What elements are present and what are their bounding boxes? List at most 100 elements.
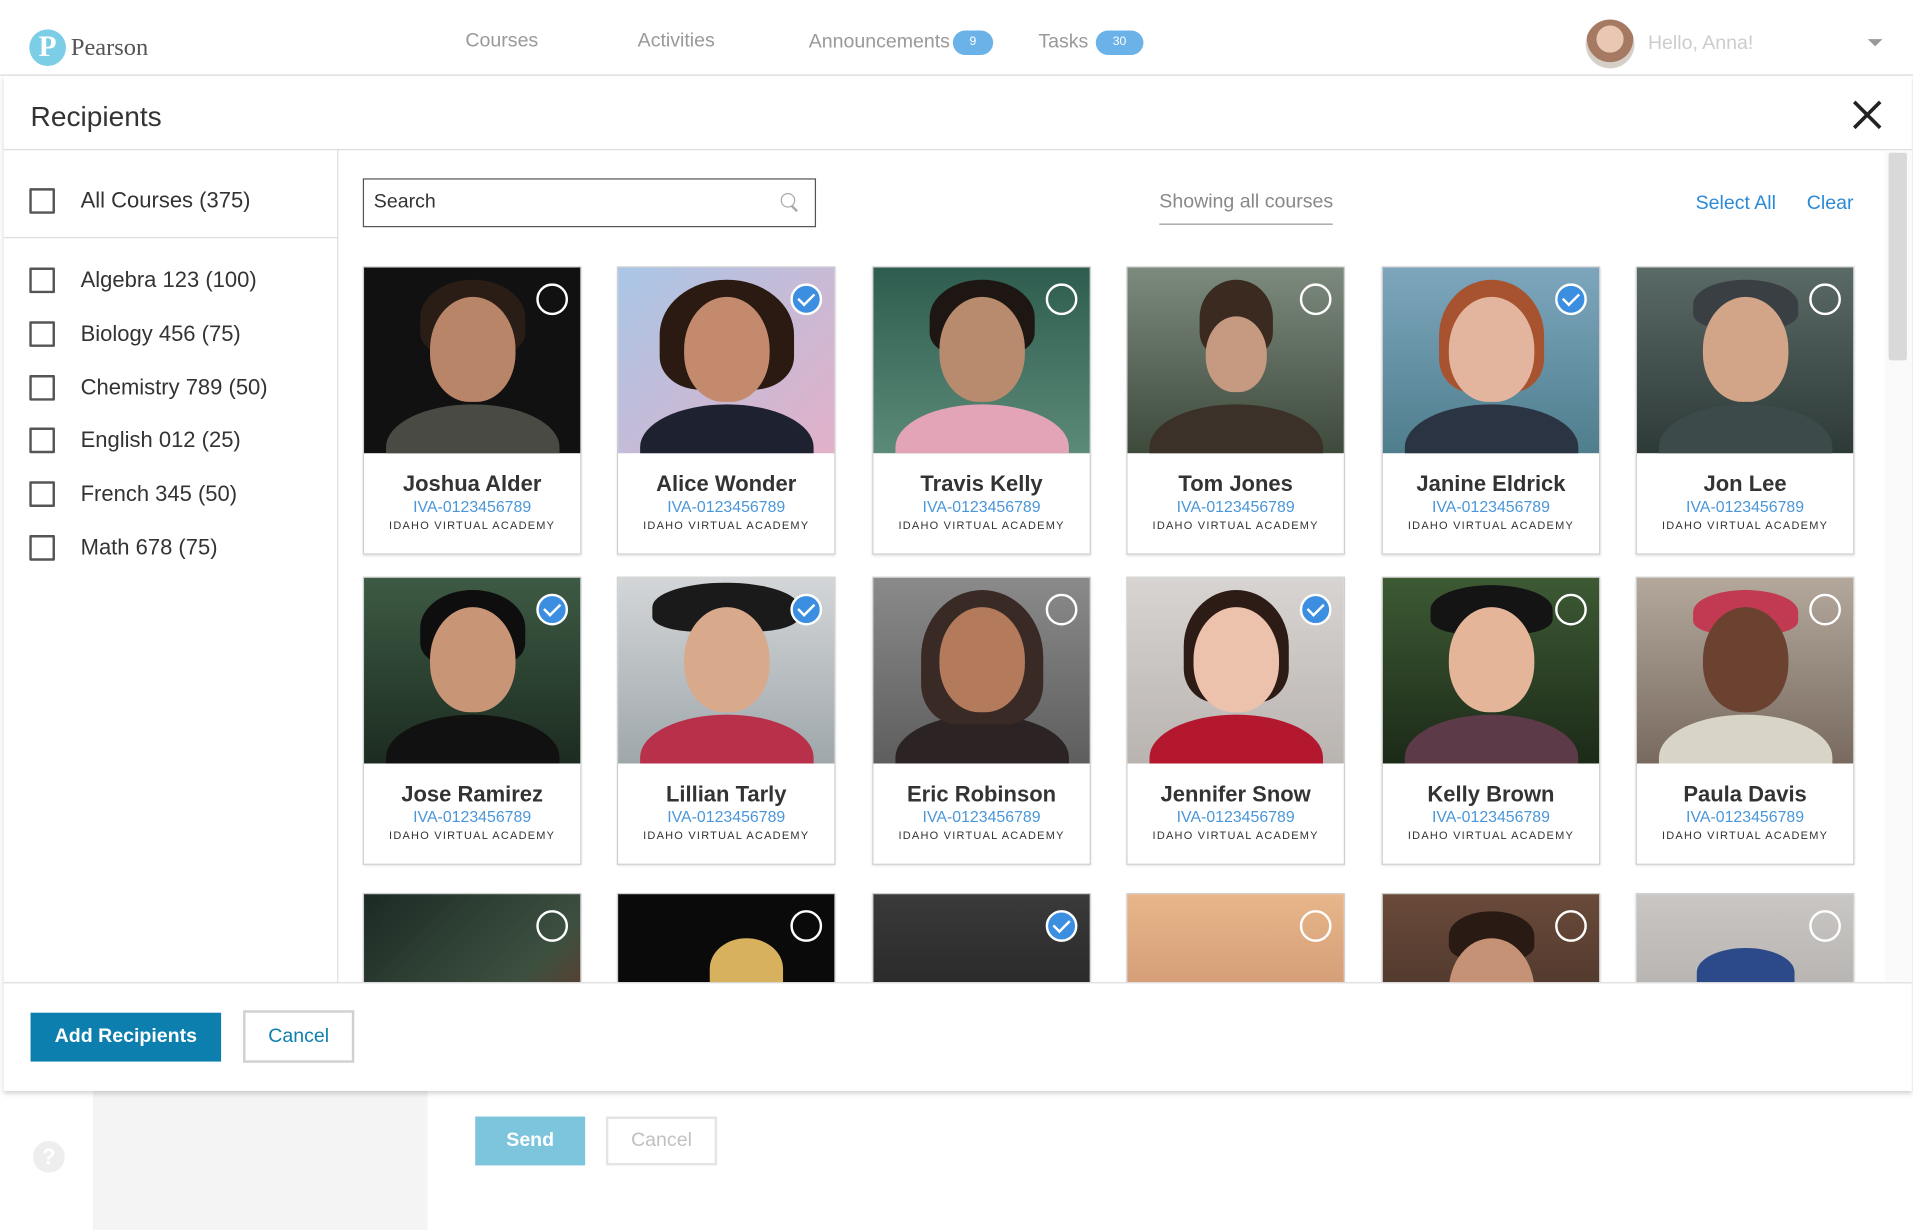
cancel-button[interactable]: Cancel — [243, 1010, 355, 1063]
student-card[interactable]: Tom Jones IVA-0123456789 IDAHO VIRTUAL A… — [1126, 266, 1345, 555]
select-circle[interactable] — [1299, 910, 1332, 942]
student-school: IDAHO VIRTUAL ACADEMY — [643, 829, 810, 842]
select-circle[interactable] — [1045, 283, 1078, 316]
select-circle[interactable] — [536, 283, 569, 316]
student-name: Travis Kelly — [920, 471, 1043, 496]
filter-all-courses[interactable]: All Courses (375) — [29, 188, 251, 214]
select-circle[interactable] — [1555, 593, 1587, 626]
add-recipients-button[interactable]: Add Recipients — [30, 1012, 222, 1062]
filter-course-english[interactable]: English 012 (25) — [29, 427, 241, 454]
student-card[interactable]: Jennifer Snow IVA-0123456789 IDAHO VIRTU… — [1126, 576, 1345, 865]
send-button[interactable]: Send — [475, 1116, 586, 1166]
select-circle[interactable] — [1299, 283, 1332, 316]
student-card[interactable]: Janine Eldrick IVA-0123456789 IDAHO VIRT… — [1381, 266, 1601, 555]
select-circle[interactable] — [1809, 593, 1841, 626]
close-icon[interactable] — [1851, 98, 1885, 132]
student-card[interactable] — [1635, 892, 1855, 983]
course-checkbox[interactable] — [29, 481, 55, 507]
course-checkbox[interactable] — [29, 427, 55, 454]
select-circle[interactable] — [1555, 910, 1587, 942]
course-checkbox[interactable] — [29, 267, 55, 294]
recipients-modal: Recipients All Courses (375) Algebra 123… — [3, 75, 1912, 1091]
student-card[interactable]: Alice Wonder IVA-0123456789 IDAHO VIRTUA… — [616, 266, 836, 555]
nav-announcements-label: Announcements — [808, 31, 950, 53]
student-name: Eric Robinson — [907, 781, 1057, 807]
course-scope-dropdown[interactable]: Showing all courses — [1159, 192, 1334, 225]
student-card[interactable] — [1381, 892, 1601, 983]
pearson-logo[interactable]: P Pearson — [29, 29, 148, 66]
nav-tasks[interactable]: Tasks 30 — [1038, 30, 1144, 55]
page-sidebar-background — [92, 1090, 428, 1230]
pearson-logo-icon: P — [29, 29, 66, 66]
student-card[interactable] — [1126, 892, 1345, 983]
select-circle[interactable] — [1555, 283, 1587, 316]
student-school: IDAHO VIRTUAL ACADEMY — [1152, 519, 1319, 532]
nav-courses[interactable]: Courses — [465, 31, 538, 53]
help-icon[interactable]: ? — [32, 1140, 65, 1173]
student-school: IDAHO VIRTUAL ACADEMY — [1407, 519, 1575, 532]
student-id: IVA-0123456789 — [922, 497, 1041, 516]
filter-label: Biology 456 (75) — [80, 321, 241, 346]
student-card[interactable] — [616, 892, 836, 983]
search-input[interactable] — [373, 191, 765, 214]
student-name: Kelly Brown — [1427, 781, 1555, 807]
user-greeting: Hello, Anna! — [1647, 32, 1754, 54]
filter-label: English 012 (25) — [80, 427, 241, 452]
clear-link[interactable]: Clear — [1807, 193, 1854, 215]
student-id: IVA-0123456789 — [1176, 807, 1295, 826]
filter-course-chemistry[interactable]: Chemistry 789 (50) — [29, 375, 268, 401]
student-card[interactable]: Jose Ramirez IVA-0123456789 IDAHO VIRTUA… — [362, 576, 582, 865]
select-circle[interactable] — [1045, 593, 1078, 626]
select-circle[interactable] — [1809, 910, 1841, 942]
scrollbar-thumb[interactable] — [1888, 152, 1907, 361]
filter-course-algebra[interactable]: Algebra 123 (100) — [29, 267, 257, 294]
brand-name: Pearson — [70, 33, 149, 61]
student-id: IVA-0123456789 — [413, 807, 532, 826]
nav-activities[interactable]: Activities — [638, 31, 715, 53]
filter-course-french[interactable]: French 345 (50) — [29, 481, 237, 507]
nav-announcements[interactable]: Announcements 9 — [808, 30, 994, 55]
chevron-down-icon[interactable] — [1867, 39, 1883, 47]
filter-course-math[interactable]: Math 678 (75) — [29, 535, 218, 561]
course-checkbox[interactable] — [29, 535, 55, 561]
footer-divider — [3, 982, 1912, 984]
student-card[interactable]: Travis Kelly IVA-0123456789 IDAHO VIRTUA… — [872, 266, 1091, 555]
select-all-link[interactable]: Select All — [1696, 193, 1776, 215]
student-card[interactable]: Jon Lee IVA-0123456789 IDAHO VIRTUAL ACA… — [1635, 266, 1855, 555]
course-checkbox[interactable] — [29, 375, 55, 401]
select-circle[interactable] — [1299, 593, 1332, 626]
student-school: IDAHO VIRTUAL ACADEMY — [643, 519, 810, 532]
student-id: IVA-0123456789 — [1176, 497, 1295, 516]
user-menu[interactable]: Hello, Anna! — [1585, 19, 1754, 69]
student-card[interactable]: Lillian Tarly IVA-0123456789 IDAHO VIRTU… — [616, 576, 836, 865]
student-card[interactable]: Paula Davis IVA-0123456789 IDAHO VIRTUAL… — [1635, 576, 1855, 865]
search-box — [362, 178, 817, 228]
student-school: IDAHO VIRTUAL ACADEMY — [898, 519, 1065, 532]
student-name: Jennifer Snow — [1160, 781, 1311, 807]
select-circle[interactable] — [536, 593, 569, 626]
select-circle[interactable] — [790, 283, 823, 316]
nav-courses-label: Courses — [465, 30, 539, 52]
select-circle[interactable] — [1809, 283, 1841, 316]
student-id: IVA-0123456789 — [1686, 807, 1805, 826]
avatar — [1585, 19, 1635, 69]
student-card[interactable]: Kelly Brown IVA-0123456789 IDAHO VIRTUAL… — [1381, 576, 1601, 865]
select-circle[interactable] — [790, 910, 823, 942]
student-name: Alice Wonder — [656, 471, 797, 496]
filter-label: All Courses (375) — [80, 188, 251, 213]
student-card[interactable]: Joshua Alder IVA-0123456789 IDAHO VIRTUA… — [362, 266, 582, 555]
filter-course-biology[interactable]: Biology 456 (75) — [29, 321, 241, 347]
modal-title: Recipients — [30, 100, 162, 132]
student-card[interactable] — [872, 892, 1091, 983]
course-checkbox[interactable] — [29, 321, 55, 347]
filter-label: Algebra 123 (100) — [80, 267, 257, 292]
student-card[interactable]: Eric Robinson IVA-0123456789 IDAHO VIRTU… — [872, 576, 1091, 865]
student-card[interactable] — [362, 892, 582, 983]
select-circle[interactable] — [536, 910, 569, 942]
all-courses-checkbox[interactable] — [29, 188, 55, 214]
select-circle[interactable] — [1045, 910, 1078, 942]
page-cancel-button[interactable]: Cancel — [605, 1116, 718, 1166]
select-circle[interactable] — [790, 593, 823, 626]
announcements-count-badge: 9 — [952, 30, 994, 55]
search-icon[interactable] — [780, 193, 798, 210]
